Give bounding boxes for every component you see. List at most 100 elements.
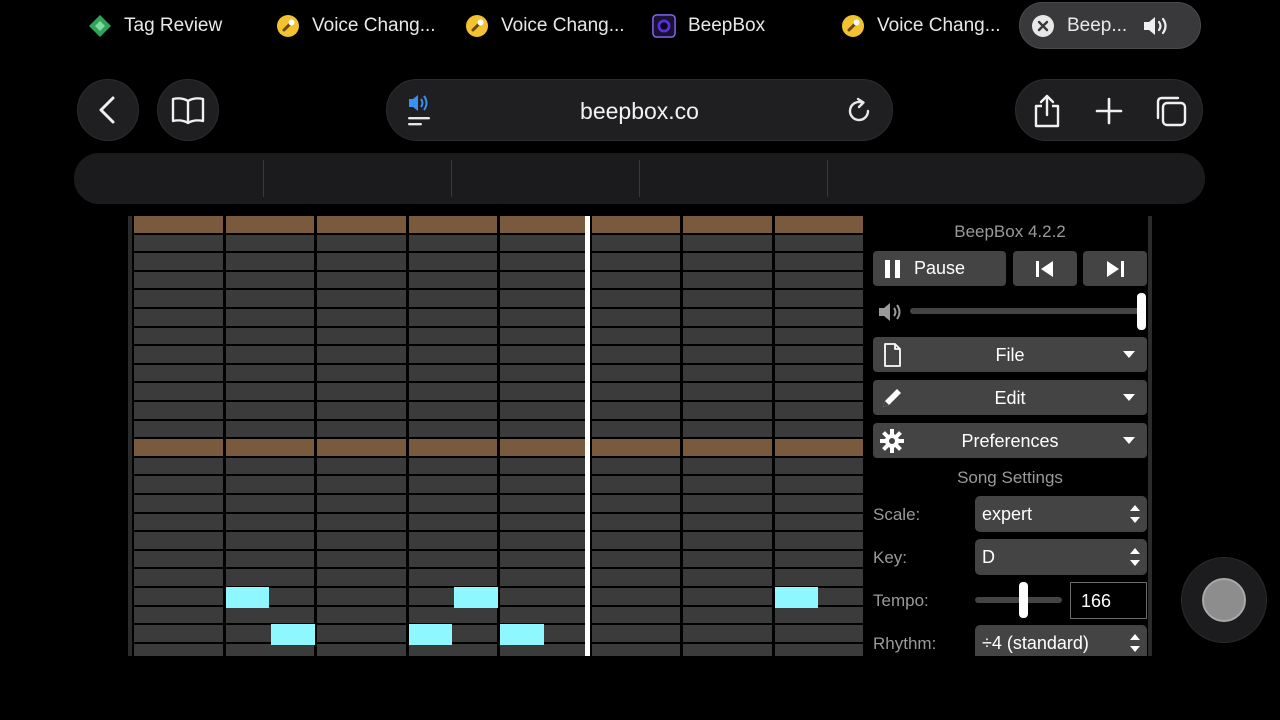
pattern-cell[interactable] — [408, 550, 497, 568]
note[interactable] — [271, 624, 315, 645]
pattern-cell[interactable] — [683, 439, 772, 456]
pattern-cell[interactable] — [591, 588, 680, 605]
pattern-cell[interactable] — [774, 643, 863, 656]
pattern-cell[interactable] — [683, 364, 772, 382]
pattern-cell[interactable] — [408, 290, 497, 307]
pattern-cell[interactable] — [134, 495, 223, 512]
pattern-cell[interactable] — [408, 216, 497, 233]
file-menu[interactable]: File — [873, 337, 1147, 372]
pattern-cell[interactable] — [317, 513, 406, 531]
tab-beepbox-active[interactable]: Beep... — [1019, 2, 1201, 49]
pattern-cell[interactable] — [683, 513, 772, 531]
pattern-cell[interactable] — [774, 216, 863, 233]
share-button[interactable] — [1016, 80, 1078, 142]
pattern-cell[interactable] — [591, 457, 680, 475]
pattern-cell[interactable] — [500, 290, 589, 307]
pattern-cell[interactable] — [591, 271, 680, 289]
pattern-cell[interactable] — [408, 383, 497, 400]
pattern-cell[interactable] — [500, 495, 589, 512]
pattern-cell[interactable] — [683, 234, 772, 252]
pattern-cell[interactable] — [408, 234, 497, 252]
pattern-cell[interactable] — [317, 550, 406, 568]
reader-button[interactable] — [157, 79, 219, 141]
pattern-cell[interactable] — [683, 569, 772, 586]
pattern-cell[interactable] — [500, 309, 589, 326]
pattern-cell[interactable] — [317, 271, 406, 289]
pattern-cell[interactable] — [134, 457, 223, 475]
pattern-cell[interactable] — [408, 513, 497, 531]
pattern-cell[interactable] — [225, 457, 314, 475]
pattern-cell[interactable] — [500, 346, 589, 363]
pattern-cell[interactable] — [683, 271, 772, 289]
pattern-cell[interactable] — [317, 420, 406, 438]
pattern-cell[interactable] — [225, 439, 314, 456]
pattern-cell[interactable] — [591, 625, 680, 642]
pattern-cell[interactable] — [408, 327, 497, 345]
pattern-cell[interactable] — [500, 588, 589, 605]
pattern-cell[interactable] — [500, 569, 589, 586]
pattern-cell[interactable] — [225, 420, 314, 438]
pattern-cell[interactable] — [500, 383, 589, 400]
pattern-cell[interactable] — [591, 290, 680, 307]
pattern-cell[interactable] — [591, 606, 680, 624]
pattern-cell[interactable] — [591, 513, 680, 531]
previous-bar-button[interactable] — [1013, 251, 1077, 286]
pattern-cell[interactable] — [317, 606, 406, 624]
pattern-cell[interactable] — [774, 532, 863, 549]
pattern-cell[interactable] — [317, 532, 406, 549]
pattern-cell[interactable] — [591, 234, 680, 252]
pattern-cell[interactable] — [317, 625, 406, 642]
note[interactable] — [454, 587, 498, 608]
pattern-cell[interactable] — [774, 309, 863, 326]
pattern-cell[interactable] — [774, 457, 863, 475]
tab-beepbox[interactable]: BeepBox — [652, 2, 822, 49]
tempo-slider-thumb[interactable] — [1019, 582, 1028, 618]
pattern-cell[interactable] — [591, 216, 680, 233]
preferences-menu[interactable]: Preferences — [873, 423, 1147, 458]
reload-icon[interactable] — [844, 96, 874, 126]
pattern-cell[interactable] — [683, 625, 772, 642]
pattern-cell[interactable] — [225, 234, 314, 252]
pattern-cell[interactable] — [317, 383, 406, 400]
pattern-cell[interactable] — [683, 606, 772, 624]
pattern-cell[interactable] — [317, 364, 406, 382]
pattern-cell[interactable] — [591, 309, 680, 326]
pattern-cell[interactable] — [134, 513, 223, 531]
pattern-cell[interactable] — [134, 253, 223, 270]
pattern-cell[interactable] — [408, 253, 497, 270]
pattern-cell[interactable] — [591, 383, 680, 400]
pattern-cell[interactable] — [408, 346, 497, 363]
pattern-cell[interactable] — [591, 364, 680, 382]
pattern-cell[interactable] — [500, 439, 589, 456]
pattern-cell[interactable] — [408, 271, 497, 289]
pattern-cell[interactable] — [683, 346, 772, 363]
pattern-cell[interactable] — [500, 271, 589, 289]
edit-menu[interactable]: Edit — [873, 380, 1147, 415]
pattern-cell[interactable] — [591, 402, 680, 419]
pattern-cell[interactable] — [683, 290, 772, 307]
pattern-cell[interactable] — [408, 364, 497, 382]
volume-slider-thumb[interactable] — [1137, 293, 1146, 330]
pattern-cell[interactable] — [774, 346, 863, 363]
pattern-cell[interactable] — [225, 513, 314, 531]
pattern-cell[interactable] — [591, 550, 680, 568]
pattern-cell[interactable] — [408, 569, 497, 586]
scale-select[interactable]: expert — [975, 496, 1147, 532]
pattern-cell[interactable] — [683, 532, 772, 549]
pattern-cell[interactable] — [408, 420, 497, 438]
pattern-cell[interactable] — [500, 606, 589, 624]
pattern-cell[interactable] — [591, 495, 680, 512]
pattern-cell[interactable] — [500, 364, 589, 382]
pattern-cell[interactable] — [134, 420, 223, 438]
assistive-touch-button[interactable] — [1181, 557, 1267, 643]
note[interactable] — [774, 587, 819, 608]
pattern-cell[interactable] — [774, 513, 863, 531]
pattern-cell[interactable] — [774, 495, 863, 512]
pattern-cell[interactable] — [134, 290, 223, 307]
pattern-cell[interactable] — [683, 420, 772, 438]
pattern-cell[interactable] — [591, 532, 680, 549]
pattern-cell[interactable] — [591, 569, 680, 586]
pattern-cell[interactable] — [683, 327, 772, 345]
pattern-cell[interactable] — [134, 606, 223, 624]
pattern-cell[interactable] — [134, 383, 223, 400]
